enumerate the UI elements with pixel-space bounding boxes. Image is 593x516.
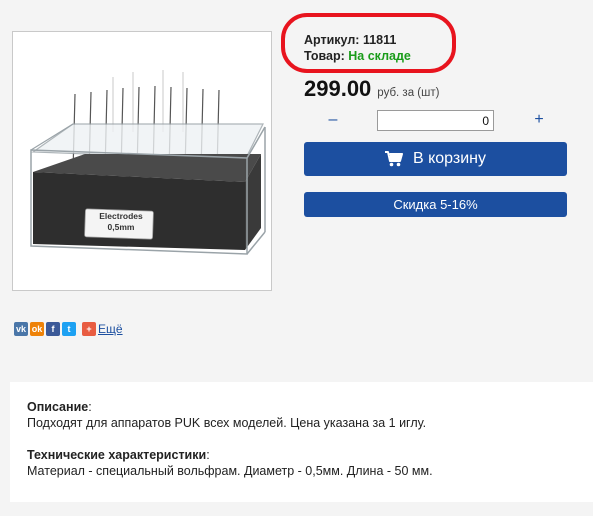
specs-heading: Технические характеристики [27,448,207,462]
share-bar: vk ok f t + Ещё [14,322,123,336]
quantity-increase-button[interactable]: + [528,110,550,130]
product-image[interactable]: Electrodes 0,5mm [12,31,272,291]
price-unit: руб. за (шт) [377,87,440,99]
description-panel: Описание: Подходят для аппаратов PUK все… [10,382,593,502]
sku-value: 11811 [362,33,397,47]
add-to-cart-label: В корзину [412,150,487,167]
stock-label: Товар: [304,49,345,63]
cart-icon [384,151,403,167]
discount-button[interactable]: Скидка 5-16% [304,192,567,217]
sku-label: Артикул: [304,33,360,47]
electrodes-box-illustration [30,70,266,255]
description-text: Подходят для аппаратов PUK всех моделей.… [27,416,427,430]
stock-row: Товар: На складе [304,49,411,63]
specs-text: Материал - специальный вольфрам. Диаметр… [27,464,433,478]
price-row: 299.00 руб. за (шт) [304,76,439,102]
discount-label: Скидка 5-16% [393,197,478,212]
vk-share-icon[interactable]: vk [14,322,28,336]
add-to-cart-button[interactable]: В корзину [304,142,567,176]
stock-status: На складе [348,49,411,63]
quantity-decrease-button[interactable]: – [322,110,344,130]
twitter-share-icon[interactable]: t [62,322,76,336]
product-label-text: Electrodes 0,5mm [87,211,155,233]
price-value: 299.00 [304,76,372,101]
sku-row: Артикул: 11811 [304,33,396,47]
description-heading: Описание [27,400,89,414]
share-more-link[interactable]: Ещё [98,322,123,336]
facebook-share-icon[interactable]: f [46,322,60,336]
label-line-2: 0,5mm [107,222,135,232]
more-share-icon[interactable]: + [82,322,96,336]
label-line-1: Electrodes [99,211,143,221]
odnoklassniki-share-icon[interactable]: ok [30,322,44,336]
quantity-input[interactable] [377,110,494,131]
